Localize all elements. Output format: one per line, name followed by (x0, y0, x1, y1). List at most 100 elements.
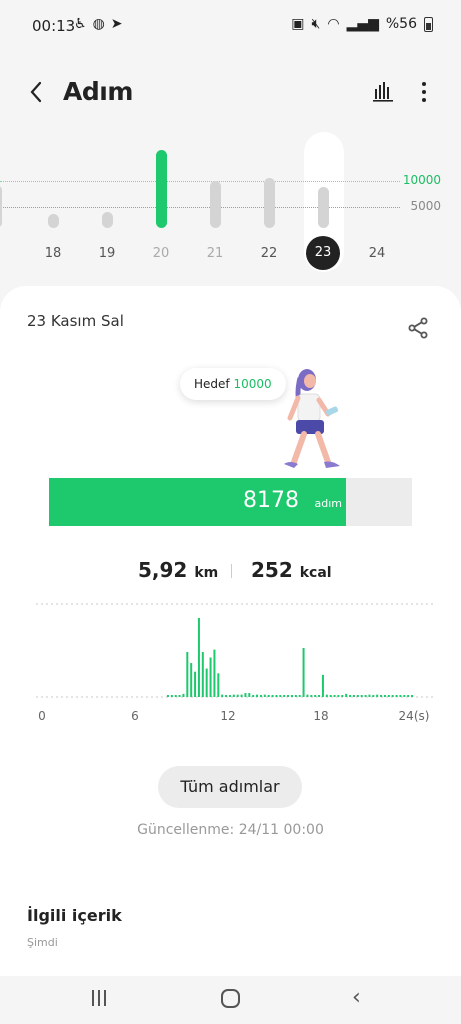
recents-button[interactable] (92, 990, 106, 1006)
telegram-icon: ➤ (110, 16, 123, 32)
hourly-bar (259, 695, 262, 697)
system-nav-bar: ‹ (0, 976, 461, 1024)
wifi-icon: ◠ (327, 16, 340, 32)
hourly-bar (376, 694, 379, 697)
hourly-bar (248, 693, 251, 697)
hourly-bar (279, 695, 282, 697)
share-button[interactable] (406, 316, 430, 344)
hourly-steps-chart: 0 6 12 18 24(s) (36, 603, 436, 723)
stats-row: 5,92 km 252 kcal (0, 558, 461, 588)
home-button[interactable] (221, 989, 240, 1008)
hourly-bar (190, 663, 193, 697)
hourly-bar (325, 694, 328, 697)
hourly-bar (310, 695, 313, 697)
more-options-button[interactable] (414, 78, 434, 106)
day-bar[interactable] (47, 213, 59, 228)
x-tick-label: 12 (220, 709, 235, 723)
more-dot-icon (422, 82, 426, 86)
hourly-bar (341, 695, 344, 697)
day-bar[interactable] (209, 181, 221, 228)
goal-line-label-low: 5000 (410, 199, 441, 213)
hourly-bar (201, 651, 204, 697)
hourly-bar (228, 695, 231, 697)
hourly-bar (205, 668, 208, 697)
calories-stat: 252 kcal (251, 558, 332, 582)
hourly-bar (294, 695, 297, 697)
goal-value: 10000 (233, 377, 272, 391)
hourly-bar (333, 695, 336, 697)
related-content-title: İlgili içerik (27, 906, 122, 925)
day-label[interactable]: 7 (0, 246, 16, 261)
hourly-bar (306, 694, 309, 697)
hourly-bar (356, 695, 359, 697)
hourly-bar (267, 695, 270, 697)
back-arrow-icon (30, 81, 42, 103)
hourly-bar (232, 694, 235, 697)
hourly-bar (391, 695, 394, 697)
day-label[interactable]: 24 (357, 246, 397, 261)
hourly-bar (221, 694, 224, 697)
back-button[interactable] (22, 74, 50, 110)
day-label[interactable]: 18 (33, 246, 73, 261)
mute-icon: 🔇︎ (311, 16, 321, 32)
step-unit: adım (314, 497, 343, 510)
hourly-bar (298, 695, 301, 697)
x-tick-label: 18 (313, 709, 328, 723)
x-tick-label: 24(s) (399, 709, 430, 723)
share-icon (408, 317, 428, 339)
hourly-bar (380, 695, 383, 697)
hourly-bar (329, 695, 332, 697)
battery-icon (424, 16, 433, 32)
calories-value: 252 (251, 558, 293, 582)
recents-icon (98, 990, 100, 1006)
hourly-bar (290, 695, 293, 697)
day-label[interactable]: 23 (306, 236, 340, 270)
hourly-bar (178, 695, 181, 697)
day-bar[interactable] (263, 178, 275, 228)
hourly-bar (166, 695, 169, 697)
day-label[interactable]: 21 (195, 246, 235, 261)
app-header: Adım (0, 68, 461, 116)
day-bar[interactable] (155, 150, 167, 228)
trends-button[interactable] (372, 80, 394, 106)
steps-progress-fill (49, 478, 346, 526)
hourly-bar (345, 693, 348, 697)
hourly-bar (372, 695, 375, 697)
x-tick-label: 0 (38, 709, 46, 723)
hourly-bar (360, 695, 363, 697)
hourly-bar (174, 695, 177, 697)
hourly-bar (399, 695, 402, 697)
hourly-bar (395, 695, 398, 697)
walking-person-illustration (284, 369, 340, 468)
hourly-bar (337, 695, 340, 697)
hourly-bar (275, 695, 278, 697)
day-label[interactable]: 22 (249, 246, 289, 261)
day-bar[interactable] (317, 187, 329, 228)
all-steps-button[interactable]: Tüm adımlar (158, 766, 302, 808)
day-bar[interactable] (0, 185, 2, 228)
more-dot-icon (422, 90, 426, 94)
related-content-subtitle: Şimdi (27, 936, 58, 949)
hourly-bar (256, 694, 259, 697)
hourly-bar (368, 694, 371, 697)
recents-icon (92, 990, 94, 1006)
hourly-bar (225, 695, 228, 697)
updated-timestamp: Güncellenme: 24/11 00:00 (137, 822, 324, 838)
hourly-bar (236, 694, 239, 697)
hourly-bar (403, 695, 406, 697)
shazam-icon: ◍ (92, 16, 105, 32)
goal-line-label-high: 10000 (402, 173, 441, 187)
goal-line-5000 (0, 207, 400, 208)
distance-value: 5,92 (138, 558, 188, 582)
day-label[interactable]: 19 (87, 246, 127, 261)
hourly-bar (240, 694, 243, 697)
hourly-bar (252, 695, 255, 697)
day-detail-card: 23 Kasım Sal Hedef 10000 8178 adım 5,92 (0, 286, 461, 976)
nav-back-button[interactable]: ‹ (352, 985, 361, 1010)
vpn-lock-icon: ▣ (291, 16, 305, 32)
day-bar[interactable] (101, 212, 113, 228)
accessibility-icon: ♿ (74, 16, 87, 32)
day-label[interactable]: 20 (141, 246, 181, 261)
hourly-bar (411, 695, 414, 697)
hourly-bar (387, 695, 390, 697)
